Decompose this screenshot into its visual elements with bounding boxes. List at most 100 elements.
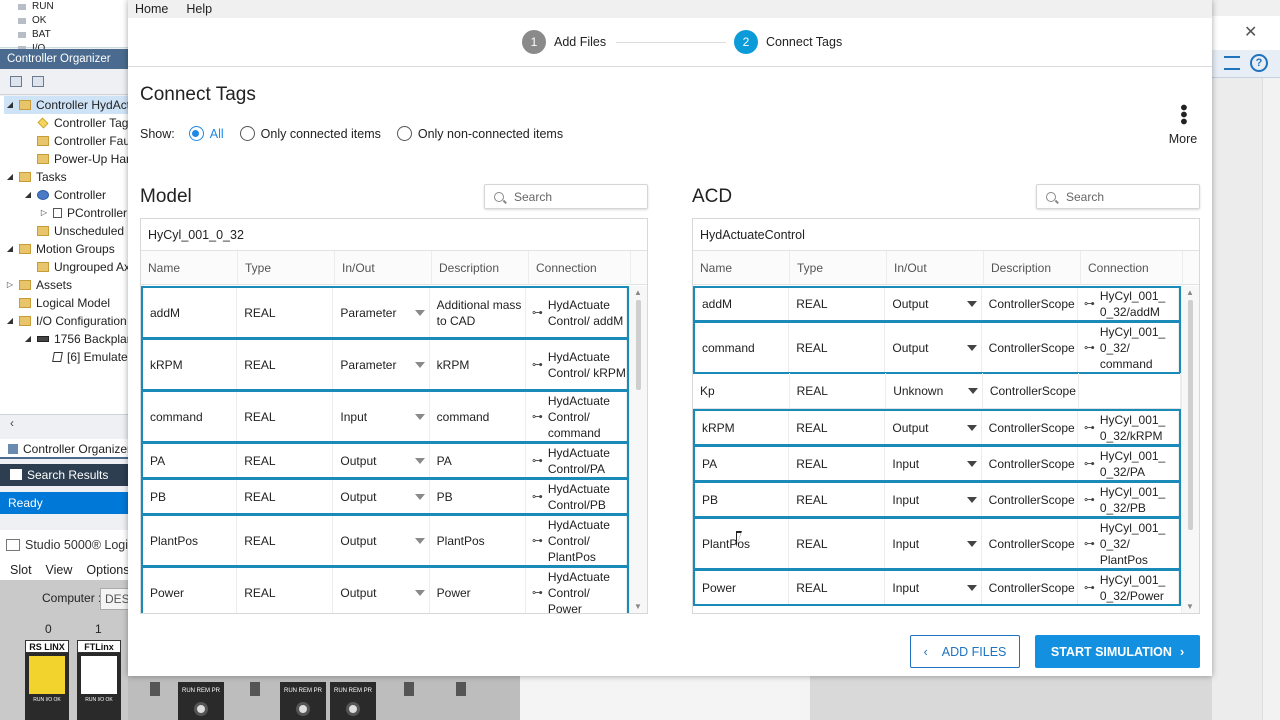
cell-connection[interactable]: ⊶ HyCyl_001_ 0_32/PB (1078, 483, 1179, 516)
computer-field[interactable]: DESKTOP (100, 588, 162, 610)
model-scrollbar[interactable]: ▲ ▼ (629, 286, 647, 613)
scroll-thumb[interactable] (1188, 300, 1193, 530)
model-search-input[interactable] (514, 189, 634, 204)
cell-connection[interactable]: ⊶ HydActuate Control/ addM (526, 288, 627, 337)
tree-expander-icon[interactable]: ◢ (4, 240, 16, 258)
tree-expander-icon[interactable]: ▷ (38, 204, 50, 222)
tree-expander-icon[interactable]: ◢ (22, 186, 34, 204)
in-out-dropdown[interactable]: Output (885, 288, 982, 320)
dropdown-arrow-icon[interactable] (966, 301, 977, 307)
step-add-files[interactable]: 1 Add Files (522, 30, 606, 54)
in-out-dropdown[interactable]: Input (885, 447, 982, 480)
in-out-dropdown[interactable]: Input (885, 483, 982, 516)
tree-expander-icon[interactable]: ▷ (4, 276, 16, 294)
table-row[interactable]: command REAL Output ControllerScope ⊶ HyCyl_0… (693, 321, 1181, 374)
keyswitch-module[interactable]: RUN REM PR (330, 682, 376, 720)
scroll-left-icon[interactable]: ‹ (10, 416, 14, 430)
acd-search-input[interactable] (1066, 189, 1186, 204)
in-out-dropdown[interactable]: Input (885, 519, 982, 568)
radio-only-non-connected[interactable]: Only non-connected items (396, 126, 563, 141)
tree-expander-icon[interactable]: ◢ (4, 96, 16, 114)
menu-slot[interactable]: Slot (10, 560, 32, 580)
cell-connection[interactable]: ⊶ HydActuate Control/ kRPM (526, 340, 627, 389)
column-header-in-out[interactable]: In/Out (887, 251, 984, 285)
column-header-name[interactable]: Name (141, 251, 238, 285)
tab-search-results[interactable]: Search Results (0, 464, 128, 486)
dropdown-arrow-icon[interactable] (966, 540, 977, 547)
table-row[interactable]: PB REAL Input ControllerScope ⊶ HyCyl_001_ 0_… (693, 481, 1181, 518)
cell-connection[interactable]: ⊶ HydActuate Control/ command (526, 392, 627, 441)
in-out-dropdown[interactable]: Parameter (333, 288, 430, 337)
dropdown-arrow-icon[interactable] (966, 424, 977, 431)
dropdown-arrow-icon[interactable] (966, 584, 977, 591)
cell-connection[interactable]: ⊶ HydActuate Control/PB (526, 480, 627, 513)
background-scrollbar[interactable] (1262, 78, 1280, 720)
tree-item[interactable]: ▷ PController (38, 204, 127, 222)
table-row[interactable]: PA REAL Input ControllerScope ⊶ HyCyl_001_ 0_… (693, 445, 1181, 482)
dropdown-arrow-icon[interactable] (414, 361, 425, 368)
dropdown-arrow-icon[interactable] (967, 387, 978, 394)
scroll-up-icon[interactable]: ▲ (1186, 288, 1194, 297)
cell-connection[interactable]: ⊶ HyCyl_001_ 0_32/ PlantPos (1078, 519, 1179, 568)
keyswitch-module[interactable]: RUN REM PR (178, 682, 224, 720)
tree-item[interactable]: ◢ I/O Configuration (4, 312, 127, 330)
cell-connection[interactable]: ⊶ HydActuate Control/PA (526, 444, 627, 477)
radio-only-connected[interactable]: Only connected items (239, 126, 381, 141)
table-row[interactable]: Power REAL Output Power ⊶ HydActuate Control/… (141, 566, 629, 613)
menu-view[interactable]: View (46, 560, 73, 580)
keyswitch-module[interactable]: RUN REM PR (280, 682, 326, 720)
cell-connection[interactable]: ⊶ HyCyl_001_ 0_32/kRPM (1078, 411, 1179, 444)
dropdown-arrow-icon[interactable] (414, 537, 425, 544)
help-icon[interactable]: ? (1250, 54, 1268, 72)
table-row[interactable]: Power REAL Input ControllerScope ⊶ HyCyl_001_… (693, 569, 1181, 606)
acd-search[interactable] (1036, 184, 1200, 209)
dropdown-arrow-icon[interactable] (414, 493, 425, 500)
tree-expander-icon[interactable]: ◢ (4, 168, 16, 186)
scroll-up-icon[interactable]: ▲ (634, 288, 642, 297)
tree-item[interactable]: ◢ Tasks (4, 168, 67, 186)
collapse-icon[interactable] (10, 76, 22, 87)
dropdown-arrow-icon[interactable] (414, 457, 425, 464)
table-row[interactable]: PB REAL Output PB ⊶ HydActuate Control/PB (141, 478, 629, 515)
table-row[interactable]: addM REAL Output ControllerScope ⊶ HyCyl_001_… (693, 286, 1181, 322)
table-row[interactable]: kRPM REAL Parameter kRPM ⊶ HydActuate Control… (141, 338, 629, 391)
tree-item[interactable]: ▷ Assets (4, 276, 72, 294)
in-out-dropdown[interactable]: Output (333, 516, 430, 565)
radio-icon[interactable] (239, 126, 255, 141)
dropdown-arrow-icon[interactable] (414, 309, 425, 316)
table-row[interactable]: addM REAL Parameter Additional mass to CAD ⊶… (141, 286, 629, 339)
scroll-thumb[interactable] (636, 300, 641, 390)
column-header-description[interactable]: Description (984, 251, 1081, 285)
table-row[interactable]: PA REAL Output PA ⊶ HydActuate Control/PA (141, 442, 629, 479)
dropdown-arrow-icon[interactable] (966, 344, 977, 351)
table-row[interactable]: PlantPos REAL Input ControllerScope ⊶ HyCyl_0… (693, 517, 1181, 570)
radio-all[interactable]: All (188, 126, 224, 141)
radio-icon[interactable] (396, 126, 412, 141)
model-search[interactable] (484, 184, 648, 209)
column-header-connection[interactable]: Connection (529, 251, 631, 285)
menu-options[interactable]: Options (86, 560, 129, 580)
module-rslinx[interactable]: RS LINX RUN I/O OK (25, 640, 69, 720)
cell-connection[interactable]: ⊶ HyCyl_001_ 0_32/addM (1078, 288, 1179, 320)
cell-connection[interactable]: ⊶ HyCyl_001_ 0_32/ command (1078, 323, 1179, 372)
add-files-button[interactable]: ‹ ADD FILES (910, 635, 1020, 668)
in-out-dropdown[interactable]: Output (885, 323, 982, 372)
module-ftlinx[interactable]: FTLinx RUN I/O OK (77, 640, 121, 720)
in-out-dropdown[interactable]: Output (333, 444, 430, 477)
step-connect-tags[interactable]: 2 Connect Tags (734, 30, 842, 54)
tree-item[interactable]: ◢ Controller (22, 186, 106, 204)
cell-connection[interactable]: ⊶ HyCyl_001_ 0_32/Power (1078, 571, 1179, 604)
tree-item[interactable]: ◢ 1756 Backplane (22, 330, 128, 348)
scroll-down-icon[interactable]: ▼ (1186, 602, 1194, 611)
tab-controller-organizer[interactable]: Controller Organizer (0, 439, 128, 459)
in-out-dropdown[interactable]: Input (333, 392, 430, 441)
cell-connection[interactable] (1079, 373, 1182, 408)
acd-scrollbar[interactable]: ▲ ▼ (1181, 286, 1199, 613)
column-header-in-out[interactable]: In/Out (335, 251, 432, 285)
in-out-dropdown[interactable]: Unknown (886, 373, 983, 408)
dropdown-arrow-icon[interactable] (966, 460, 977, 467)
tree-hscrollbar[interactable]: ‹ (0, 414, 128, 430)
in-out-dropdown[interactable]: Output (333, 480, 430, 513)
more-button[interactable]: ••• More (1168, 104, 1198, 146)
in-out-dropdown[interactable]: Output (333, 568, 430, 613)
